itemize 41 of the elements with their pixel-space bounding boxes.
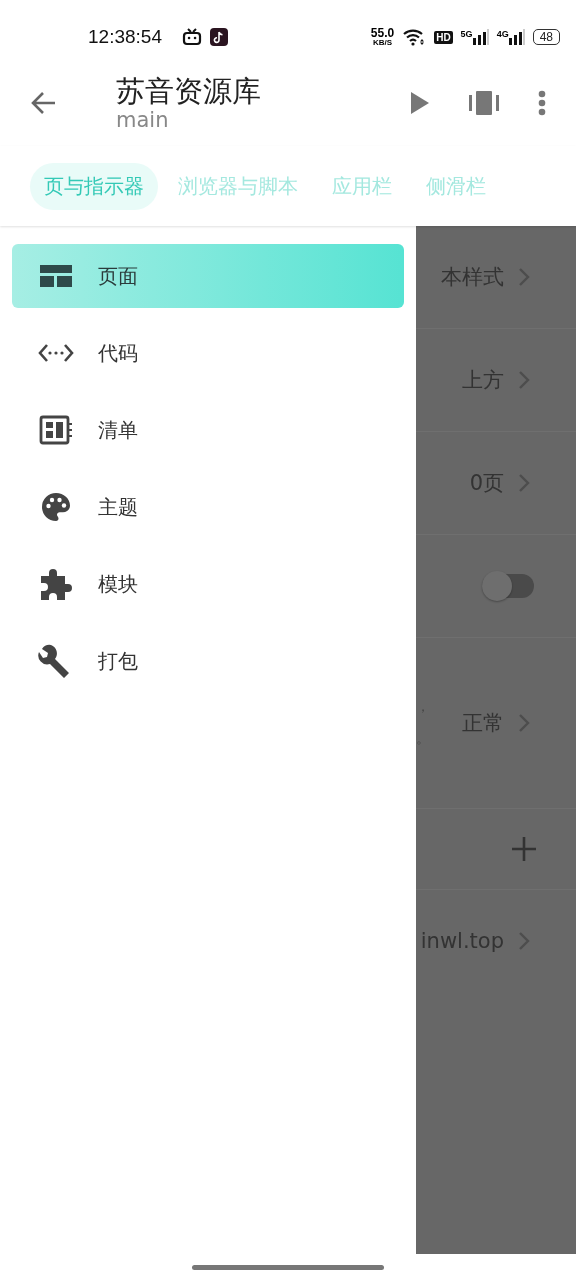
network-label: 4G	[496, 29, 509, 39]
signal-icon	[508, 29, 525, 45]
music-note-icon	[209, 28, 228, 46]
chevron-right-icon	[518, 267, 530, 287]
drawer-item-label: 代码	[98, 339, 138, 367]
drawer-item[interactable]: 模块	[12, 552, 404, 616]
chevron-right-icon	[518, 473, 530, 493]
drawer-item-label: 页面	[98, 262, 138, 290]
signal-icon	[472, 29, 489, 45]
status-time: 12:38:54	[88, 26, 162, 48]
chevron-right-icon	[518, 370, 530, 390]
tv-icon	[181, 28, 202, 46]
drawer-item[interactable]: 代码	[12, 321, 404, 385]
app-subtitle: main	[116, 108, 170, 133]
puzzle-icon	[38, 567, 74, 601]
drawer-item[interactable]: 清单	[12, 398, 404, 462]
layout-icon	[38, 264, 74, 288]
drawer-item-label: 模块	[98, 570, 138, 598]
network-label: 5G	[460, 29, 473, 39]
wifi-icon	[402, 28, 427, 46]
drawer-item-label: 主题	[98, 493, 138, 521]
drawer-item[interactable]: 主题	[12, 475, 404, 539]
network-speed: 55.0	[370, 27, 395, 39]
code-icon	[38, 342, 74, 364]
drawer-item-label: 清单	[98, 416, 138, 444]
drawer-item[interactable]: 页面	[12, 244, 404, 308]
app-title: 苏音资源库	[116, 73, 262, 109]
battery-indicator: 48	[532, 29, 560, 45]
more-menu-icon[interactable]	[538, 90, 546, 116]
chevron-right-icon	[518, 713, 530, 733]
text-fragment: ，	[416, 698, 430, 716]
chevron-right-icon	[518, 931, 530, 951]
drawer-item[interactable]: 打包	[12, 629, 404, 693]
text-fragment: 。	[416, 730, 430, 748]
speed-unit: KB/S	[372, 39, 393, 47]
play-icon[interactable]	[410, 91, 430, 115]
vibrate-icon[interactable]	[468, 91, 500, 115]
drawer-item-label: 打包	[98, 647, 138, 675]
hd-badge: HD	[434, 30, 453, 44]
plus-icon	[512, 837, 536, 861]
dashboard-icon	[38, 415, 74, 445]
